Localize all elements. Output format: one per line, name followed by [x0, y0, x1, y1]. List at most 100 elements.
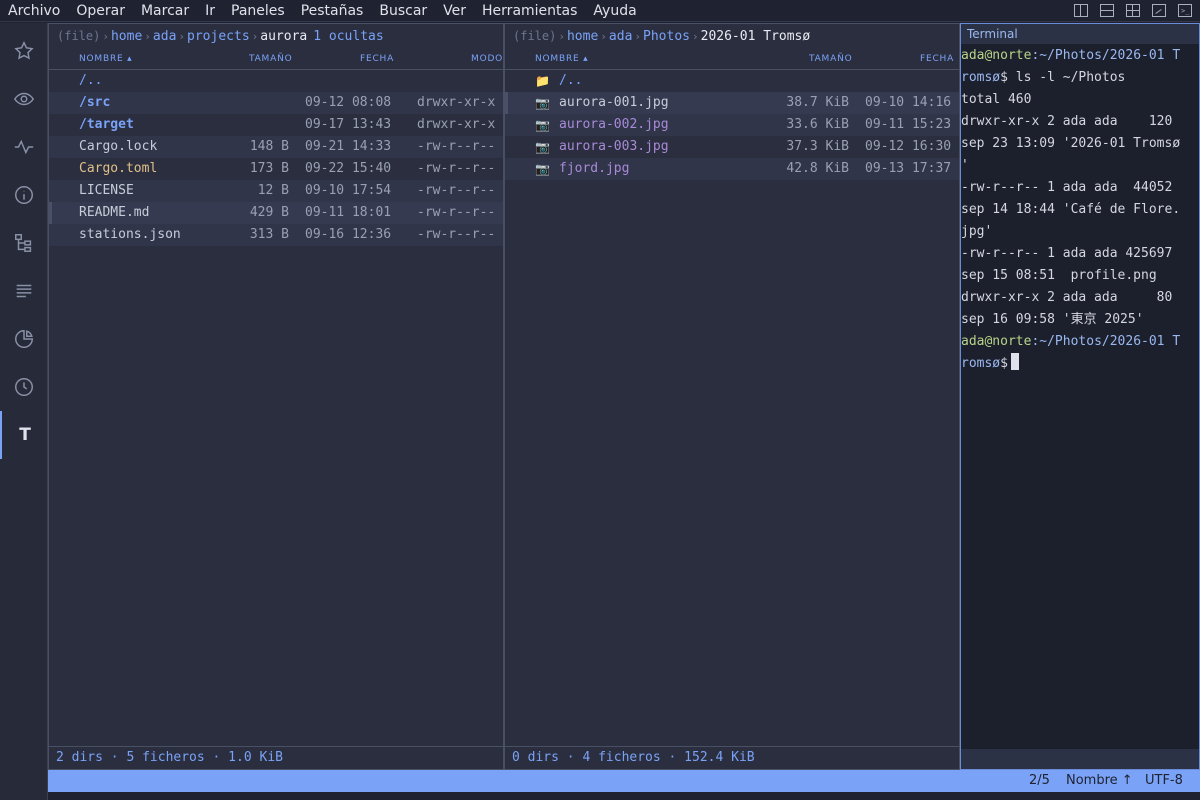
- breadcrumb-ada[interactable]: ada: [609, 29, 632, 44]
- column-date[interactable]: FECHA: [360, 54, 394, 64]
- list-item[interactable]: /target 09-17 13:43 drwxr-xr-x: [49, 114, 503, 136]
- sort-indicator[interactable]: Nombre ↑: [1066, 773, 1133, 788]
- star-icon[interactable]: [0, 27, 48, 75]
- list-item[interactable]: Cargo.lock 148 B 09-21 14:33 -rw-r--r--: [49, 136, 503, 158]
- tree-icon[interactable]: [0, 219, 48, 267]
- file-name: stations.json: [79, 227, 181, 242]
- protocol-label: (file): [513, 29, 557, 43]
- left-file-panel[interactable]: (file) › home › ada › projects › aurora 1 ocultas…: [48, 23, 504, 770]
- list-item[interactable]: Cargo.toml 173 B 09-22 15:40 -rw-r--r--: [49, 158, 503, 180]
- eye-icon[interactable]: [0, 75, 48, 123]
- info-icon[interactable]: [0, 171, 48, 219]
- breadcrumb-separator: ›: [558, 30, 565, 43]
- terminal-t-glyph: T: [19, 425, 31, 445]
- file-name: /..: [79, 73, 103, 88]
- column-name[interactable]: NOMBRE ▴: [535, 54, 588, 64]
- menu-ayuda[interactable]: Ayuda: [585, 0, 644, 22]
- list-item-cursor[interactable]: README.md 429 B 09-11 18:01 -rw-r--r--: [49, 202, 503, 224]
- column-header: NOMBRE ▴ TAMAÑO FECHA MODO: [49, 48, 503, 70]
- terminal-line: jpg': [961, 224, 993, 239]
- breadcrumb-separator: ›: [102, 30, 109, 43]
- layout-image-icon[interactable]: [1152, 4, 1166, 17]
- file-date: 09-12 16:30: [865, 139, 952, 154]
- file-mode: -rw-r--r--: [417, 161, 496, 176]
- protocol-label: (file): [57, 29, 101, 43]
- breadcrumb-separator: ›: [178, 30, 186, 43]
- breadcrumb-home[interactable]: home: [567, 29, 598, 44]
- encoding-indicator[interactable]: UTF-8: [1145, 773, 1183, 788]
- file-name: /target: [79, 117, 134, 132]
- terminal-line: sep 23 13:09 '2026-01 Tromsø: [961, 136, 1181, 151]
- terminal-prompt-line: ada@norte:~/Photos/2026-01 T: [961, 331, 1199, 353]
- file-name: /src: [79, 95, 111, 110]
- menu-pestanas[interactable]: Pestañas: [293, 0, 372, 22]
- list-item[interactable]: 📷 fjord.jpg 42.8 KiB 09-13 17:37: [505, 158, 959, 180]
- column-mode[interactable]: MODO: [471, 54, 503, 64]
- list-item[interactable]: LICENSE 12 B 09-10 17:54 -rw-r--r--: [49, 180, 503, 202]
- file-size: 42.8 KiB: [786, 161, 849, 176]
- file-date: 09-10 17:54: [305, 183, 392, 198]
- breadcrumb-home[interactable]: home: [111, 29, 142, 44]
- menu-herramientas[interactable]: Herramientas: [474, 0, 585, 22]
- list-item[interactable]: /..: [49, 70, 503, 92]
- terminal-t-icon[interactable]: T: [0, 411, 48, 459]
- column-size[interactable]: TAMAÑO: [249, 54, 293, 64]
- list-item[interactable]: 📷 aurora-002.jpg 33.6 KiB 09-11 15:23: [505, 114, 959, 136]
- column-size[interactable]: TAMAÑO: [809, 54, 853, 64]
- file-name: fjord.jpg: [559, 161, 630, 176]
- column-header: NOMBRE ▴ TAMAÑO FECHA: [505, 48, 959, 70]
- layout-terminal-icon[interactable]: >_: [1178, 4, 1192, 17]
- file-name: aurora-002.jpg: [559, 117, 669, 132]
- file-size: 37.3 KiB: [786, 139, 849, 154]
- activity-icon[interactable]: [0, 123, 48, 171]
- file-date: 09-17 13:43: [305, 117, 392, 132]
- activity-bar: T: [0, 23, 48, 800]
- file-name: LICENSE: [79, 183, 134, 198]
- terminal-output[interactable]: ada@norte:~/Photos/2026-01 T romsø$ ls -…: [961, 45, 1199, 375]
- prompt-path: romsø: [961, 70, 1001, 85]
- list-item[interactable]: 📁 /..: [505, 70, 959, 92]
- menu-buscar[interactable]: Buscar: [371, 0, 435, 22]
- image-file-icon: 📷: [535, 96, 550, 110]
- terminal-cursor: [1010, 353, 1019, 370]
- layout-split-vertical-icon[interactable]: [1074, 4, 1088, 17]
- list-item-cursor[interactable]: 📷 aurora-001.jpg 38.7 KiB 09-10 14:16: [505, 92, 959, 114]
- file-date: 09-11 18:01: [305, 205, 392, 220]
- file-size: 148 B: [249, 139, 289, 154]
- breadcrumb-projects[interactable]: projects: [187, 29, 250, 44]
- list-item[interactable]: stations.json 313 B 09-16 12:36 -rw-r--r…: [49, 224, 503, 246]
- terminal-line: -rw-r--r-- 1 ada ada 425697: [961, 246, 1173, 261]
- right-file-panel[interactable]: (file) › home › ada › Photos › 2026-01 Tromsø NO…: [504, 23, 960, 770]
- menu-marcar[interactable]: Marcar: [133, 0, 197, 22]
- column-date[interactable]: FECHA: [920, 54, 954, 64]
- clock-icon[interactable]: [0, 363, 48, 411]
- breadcrumb-ada[interactable]: ada: [153, 29, 176, 44]
- layout-split-horizontal-icon[interactable]: [1100, 4, 1114, 17]
- menu-paneles[interactable]: Paneles: [223, 0, 293, 22]
- status-bar: 2/5 Nombre ↑ UTF-8: [48, 770, 1200, 792]
- menu-archivo[interactable]: Archivo: [0, 0, 68, 22]
- menu-ir[interactable]: Ir: [197, 0, 223, 22]
- column-name[interactable]: NOMBRE ▴: [79, 54, 132, 64]
- layout-grid-icon[interactable]: [1126, 4, 1140, 17]
- menu-operar[interactable]: Operar: [68, 0, 133, 22]
- file-list: 📁 /.. 📷 aurora-001.jpg 38.7 KiB 09-10 14…: [505, 70, 959, 180]
- breadcrumb-photos[interactable]: Photos: [643, 29, 690, 44]
- panel-status: 0 dirs · 4 ficheros · 152.4 KiB: [505, 746, 959, 769]
- pie-chart-icon[interactable]: [0, 315, 48, 363]
- terminal-prompt-line: romsø$ ls -l ~/Photos: [961, 67, 1199, 89]
- terminal-panel[interactable]: Terminal ada@norte:~/Photos/2026-01 T ro…: [960, 23, 1200, 770]
- prompt-user: ada@norte: [961, 48, 1032, 63]
- terminal-line: drwxr-xr-x 2 ada ada 80: [961, 290, 1173, 305]
- file-date: 09-21 14:33: [305, 139, 392, 154]
- list-item[interactable]: /src 09-12 08:08 drwxr-xr-x: [49, 92, 503, 114]
- breadcrumb: (file) › home › ada › Photos › 2026-01 Tromsø: [513, 26, 810, 46]
- hidden-count[interactable]: 1 ocultas: [313, 29, 383, 44]
- list-item[interactable]: 📷 aurora-003.jpg 37.3 KiB 09-12 16:30: [505, 136, 959, 158]
- file-date: 09-22 15:40: [305, 161, 392, 176]
- menu-ver[interactable]: Ver: [435, 0, 474, 22]
- list-icon[interactable]: [0, 267, 48, 315]
- file-name: Cargo.toml: [79, 161, 158, 176]
- file-mode: -rw-r--r--: [417, 205, 496, 220]
- file-name: aurora-001.jpg: [559, 95, 669, 110]
